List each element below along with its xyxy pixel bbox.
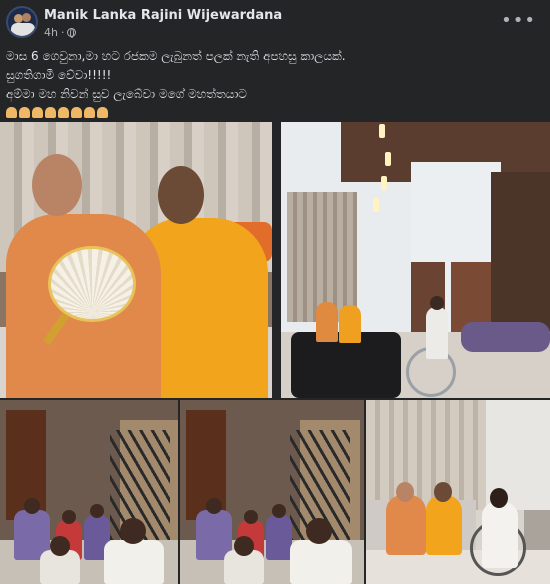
folded-hands-icon	[32, 107, 43, 118]
photo-monks-wheelchair[interactable]	[366, 400, 550, 584]
folded-hands-icon	[84, 107, 95, 118]
more-options-icon[interactable]: •••	[501, 10, 536, 31]
facebook-post: Manik Lanka Rajini Wijewardana 4h · ••• …	[0, 0, 550, 584]
post-header: Manik Lanka Rajini Wijewardana 4h · •••	[0, 0, 550, 44]
folded-hands-icon	[45, 107, 56, 118]
post-meta: 4h ·	[44, 26, 77, 39]
post-text: මාස 6 ගෙවුනා,මා හට රජකම ලැබුනත් පලක් නැත…	[6, 47, 542, 123]
post-time[interactable]: 4h	[44, 26, 58, 39]
folded-hands-icon	[58, 107, 69, 118]
photo-grid	[0, 122, 550, 584]
photo-monks-sofa[interactable]	[0, 122, 272, 398]
author-name[interactable]: Manik Lanka Rajini Wijewardana	[44, 8, 282, 23]
post-text-line-3: අම්මා මහ නිවන් සුව ලැබේවා මගේ මහත්තයාට	[6, 87, 247, 101]
folded-hands-icon	[71, 107, 82, 118]
author-avatar[interactable]	[6, 6, 38, 38]
folded-hands-icon	[6, 107, 17, 118]
globe-icon	[67, 28, 77, 38]
post-text-line-2: සුගතිගාමී වේවා!!!!!	[6, 68, 112, 82]
folded-hands-icon	[19, 107, 30, 118]
folded-hands-emoji-row	[6, 104, 542, 123]
post-text-line-1: මාස 6 ගෙවුනා,මා හට රජකම ලැබුනත් පලක් නැත…	[6, 49, 346, 63]
photo-staircase-group-1[interactable]	[0, 400, 178, 584]
folded-hands-icon	[97, 107, 108, 118]
photo-staircase-group-2[interactable]	[180, 400, 364, 584]
photo-room-gathering[interactable]	[281, 122, 550, 398]
